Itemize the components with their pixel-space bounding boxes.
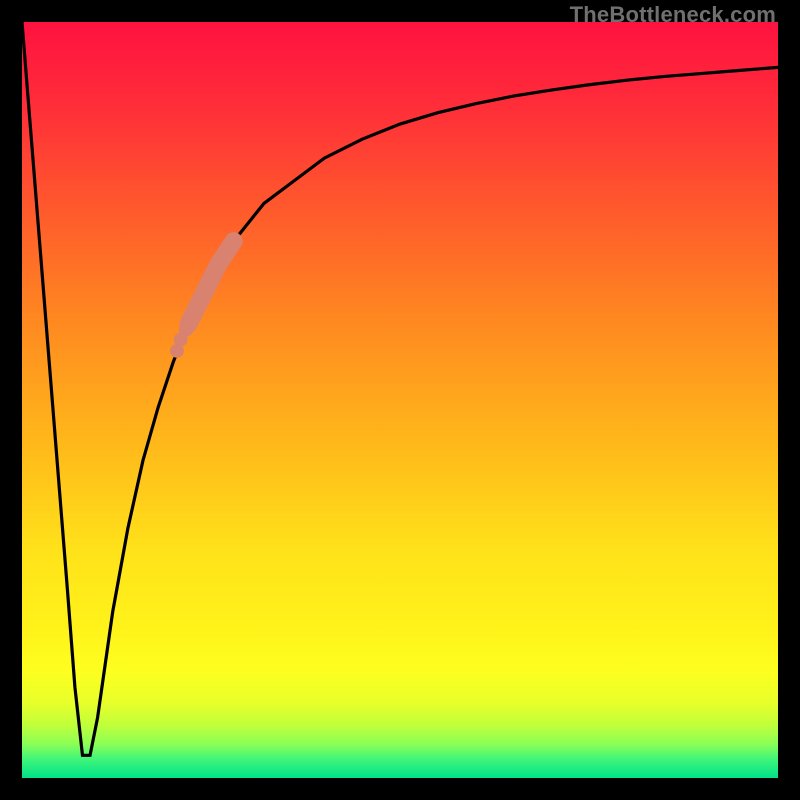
curve-layer <box>22 22 778 778</box>
watermark-text: TheBottleneck.com <box>570 2 776 28</box>
plot-area <box>22 22 778 778</box>
marker-band <box>188 241 233 324</box>
marker-dot <box>179 323 193 337</box>
chart-stage: TheBottleneck.com <box>0 0 800 800</box>
marker-dots <box>170 323 193 358</box>
bottleneck-curve <box>22 22 778 755</box>
